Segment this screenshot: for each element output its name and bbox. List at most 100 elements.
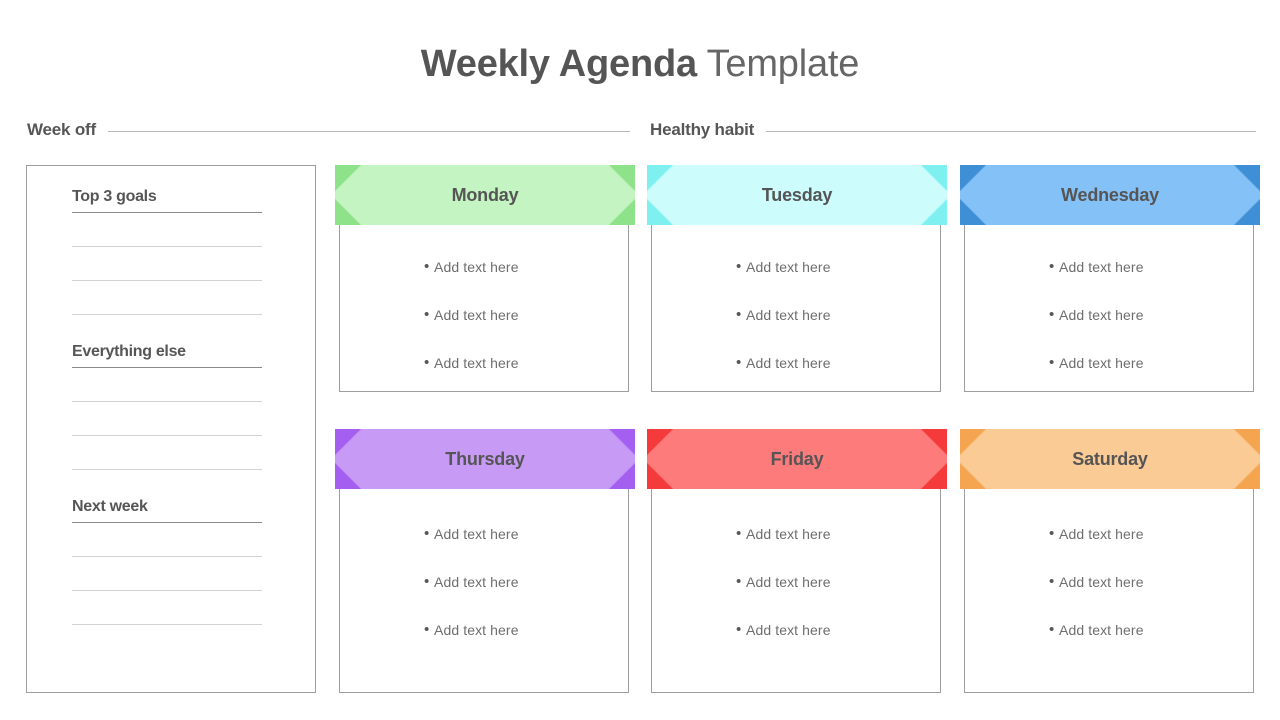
notes-panel-content: Top 3 goals Everything else Next week xyxy=(72,188,262,625)
notes-panel: Top 3 goals Everything else Next week xyxy=(26,165,316,693)
bullet-text[interactable]: Add text here xyxy=(434,621,519,639)
bullet-item[interactable]: • Add text here xyxy=(366,573,602,591)
bullet-item[interactable]: • Add text here xyxy=(678,354,914,372)
notes-write-line[interactable] xyxy=(72,624,262,625)
bullet-text[interactable]: Add text here xyxy=(434,573,519,591)
notes-write-line[interactable] xyxy=(72,556,262,557)
day-name-label: Friday xyxy=(770,448,824,469)
ribbon-fold-corner-icon xyxy=(921,463,947,489)
bullet-text[interactable]: Add text here xyxy=(1059,573,1144,591)
section-header-healthy-habit-label: Healthy habit xyxy=(650,120,755,139)
bullet-item[interactable]: • Add text here xyxy=(366,621,602,639)
bullet-text[interactable]: Add text here xyxy=(746,354,831,372)
ribbon-fold-corner-icon xyxy=(647,199,673,225)
bullet-item[interactable]: • Add text here xyxy=(366,306,602,324)
ribbon-fold-corner-icon xyxy=(335,199,361,225)
bullet-text[interactable]: Add text here xyxy=(1059,258,1144,276)
day-card-tuesday[interactable]: Tuesday • Add text here • Add text here • Add … xyxy=(647,165,947,392)
bullet-dot-icon: • xyxy=(736,258,742,275)
bullet-item[interactable]: • Add text here xyxy=(366,258,602,276)
notes-write-line[interactable] xyxy=(72,280,262,281)
bullet-text[interactable]: Add text here xyxy=(1059,306,1144,324)
day-header-ribbon: Friday xyxy=(647,429,947,489)
bullet-text[interactable]: Add text here xyxy=(434,354,519,372)
ribbon-fold-corner-icon xyxy=(609,463,635,489)
bullet-text[interactable]: Add text here xyxy=(746,573,831,591)
day-name-label: Wednesday xyxy=(1061,184,1159,205)
bullet-item[interactable]: • Add text here xyxy=(991,621,1227,639)
bullet-text[interactable]: Add text here xyxy=(746,258,831,276)
ribbon-fold-corner-icon xyxy=(960,165,986,191)
day-card-wednesday[interactable]: Wednesday • Add text here • Add text here • Ad… xyxy=(960,165,1260,392)
section-header-week-off-label: Week off xyxy=(27,120,96,139)
day-header-ribbon: Saturday xyxy=(960,429,1260,489)
bullet-dot-icon: • xyxy=(736,621,742,638)
bullet-text[interactable]: Add text here xyxy=(434,525,519,543)
ribbon-fold-corner-icon xyxy=(1234,429,1260,455)
section-header-week-off-rule xyxy=(107,131,630,132)
slide-canvas: Weekly Agenda Template Week off Healthy … xyxy=(0,0,1280,720)
ribbon-fold-corner-icon xyxy=(609,429,635,455)
bullet-dot-icon: • xyxy=(424,258,430,275)
bullet-item[interactable]: • Add text here xyxy=(991,573,1227,591)
day-header-ribbon: Wednesday xyxy=(960,165,1260,225)
day-name-label: Saturday xyxy=(1072,448,1148,469)
bullet-text[interactable]: Add text here xyxy=(434,306,519,324)
day-card-thursday[interactable]: Thursday • Add text here • Add text here • Add… xyxy=(335,429,635,693)
bullet-item[interactable]: • Add text here xyxy=(678,525,914,543)
notes-block: Everything else xyxy=(72,343,262,470)
bullet-item[interactable]: • Add text here xyxy=(366,354,602,372)
bullet-dot-icon: • xyxy=(424,525,430,542)
bullet-dot-icon: • xyxy=(424,573,430,590)
bullet-text[interactable]: Add text here xyxy=(1059,525,1144,543)
ribbon-fold-corner-icon xyxy=(647,463,673,489)
bullet-item[interactable]: • Add text here xyxy=(991,525,1227,543)
day-bullet-list: • Add text here • Add text here • Add text he… xyxy=(652,258,940,372)
notes-write-line[interactable] xyxy=(72,246,262,247)
ribbon-fold-corner-icon xyxy=(960,429,986,455)
day-name-label: Tuesday xyxy=(761,184,833,205)
day-bullet-list: • Add text here • Add text here • Add text he… xyxy=(340,258,628,372)
bullet-item[interactable]: • Add text here xyxy=(991,354,1227,372)
bullet-dot-icon: • xyxy=(1049,354,1055,371)
day-bullet-list: • Add text here • Add text here • Add text he… xyxy=(965,525,1253,639)
notes-block: Top 3 goals xyxy=(72,188,262,315)
bullet-item[interactable]: • Add text here xyxy=(678,573,914,591)
notes-write-line[interactable] xyxy=(72,435,262,436)
ribbon-fold-corner-icon xyxy=(609,199,635,225)
day-bullet-list: • Add text here • Add text here • Add text he… xyxy=(965,258,1253,372)
bullet-item[interactable]: • Add text here xyxy=(678,306,914,324)
day-card-saturday[interactable]: Saturday • Add text here • Add text here • Add… xyxy=(960,429,1260,693)
notes-block-underline xyxy=(72,522,262,523)
notes-write-line[interactable] xyxy=(72,401,262,402)
bullet-text[interactable]: Add text here xyxy=(746,306,831,324)
ribbon-fold-corner-icon xyxy=(335,429,361,455)
day-card-monday[interactable]: Monday • Add text here • Add text here • Add t… xyxy=(335,165,635,392)
bullet-dot-icon: • xyxy=(424,354,430,371)
ribbon-fold-corner-icon xyxy=(647,165,673,191)
notes-block-underline xyxy=(72,367,262,368)
bullet-dot-icon: • xyxy=(1049,525,1055,542)
notes-block-underline xyxy=(72,212,262,213)
notes-block-heading: Everything else xyxy=(72,343,186,360)
bullet-text[interactable]: Add text here xyxy=(746,525,831,543)
ribbon-fold-corner-icon xyxy=(960,199,986,225)
notes-write-line[interactable] xyxy=(72,590,262,591)
day-header-ribbon: Tuesday xyxy=(647,165,947,225)
bullet-text[interactable]: Add text here xyxy=(434,258,519,276)
notes-write-line[interactable] xyxy=(72,469,262,470)
bullet-item[interactable]: • Add text here xyxy=(991,258,1227,276)
bullet-text[interactable]: Add text here xyxy=(1059,621,1144,639)
bullet-item[interactable]: • Add text here xyxy=(366,525,602,543)
notes-write-line[interactable] xyxy=(72,314,262,315)
bullet-dot-icon: • xyxy=(424,306,430,323)
bullet-item[interactable]: • Add text here xyxy=(678,621,914,639)
bullet-dot-icon: • xyxy=(1049,258,1055,275)
bullet-item[interactable]: • Add text here xyxy=(678,258,914,276)
bullet-text[interactable]: Add text here xyxy=(746,621,831,639)
notes-block-heading: Next week xyxy=(72,498,148,515)
bullet-text[interactable]: Add text here xyxy=(1059,354,1144,372)
bullet-item[interactable]: • Add text here xyxy=(991,306,1227,324)
day-card-friday[interactable]: Friday • Add text here • Add text here • Add t… xyxy=(647,429,947,693)
day-bullet-list: • Add text here • Add text here • Add text he… xyxy=(340,525,628,639)
